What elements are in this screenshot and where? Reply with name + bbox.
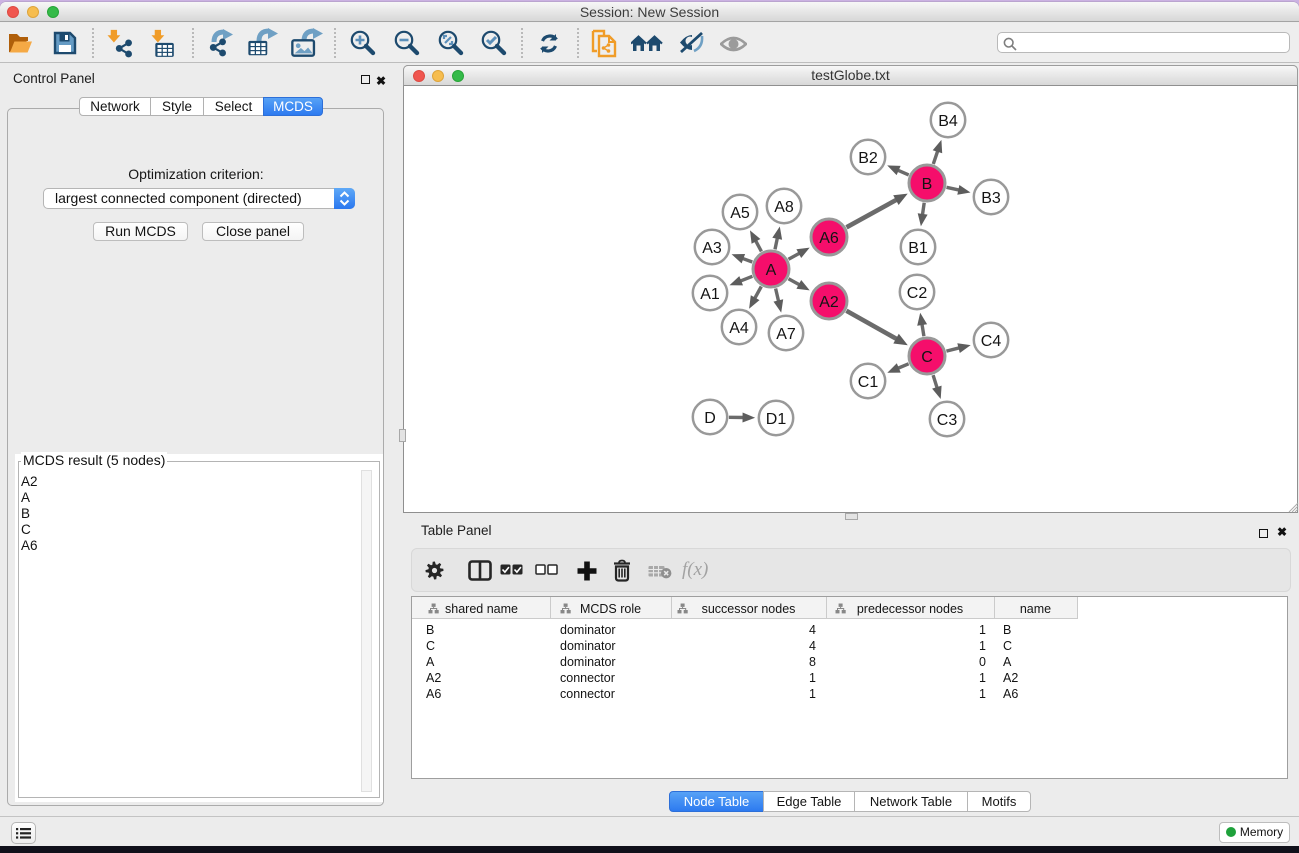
svg-text:A2: A2 [819,294,839,311]
svg-text:A1: A1 [700,286,720,303]
svg-text:A5: A5 [730,205,750,222]
svg-text:A6: A6 [819,230,839,247]
svg-text:B2: B2 [858,150,878,167]
svg-text:C: C [921,349,933,366]
svg-text:A8: A8 [774,199,794,216]
svg-text:C3: C3 [937,412,958,429]
svg-text:B: B [922,176,933,193]
svg-text:D: D [704,410,716,427]
svg-text:B1: B1 [908,240,928,257]
svg-text:B4: B4 [938,113,958,130]
svg-text:C2: C2 [907,285,928,302]
svg-text:A4: A4 [729,320,749,337]
svg-text:A: A [766,262,777,279]
svg-text:C4: C4 [981,333,1002,350]
svg-text:C1: C1 [858,374,879,391]
svg-text:A3: A3 [702,240,722,257]
svg-text:A7: A7 [776,326,796,343]
svg-text:D1: D1 [766,411,787,428]
svg-text:B3: B3 [981,190,1001,207]
